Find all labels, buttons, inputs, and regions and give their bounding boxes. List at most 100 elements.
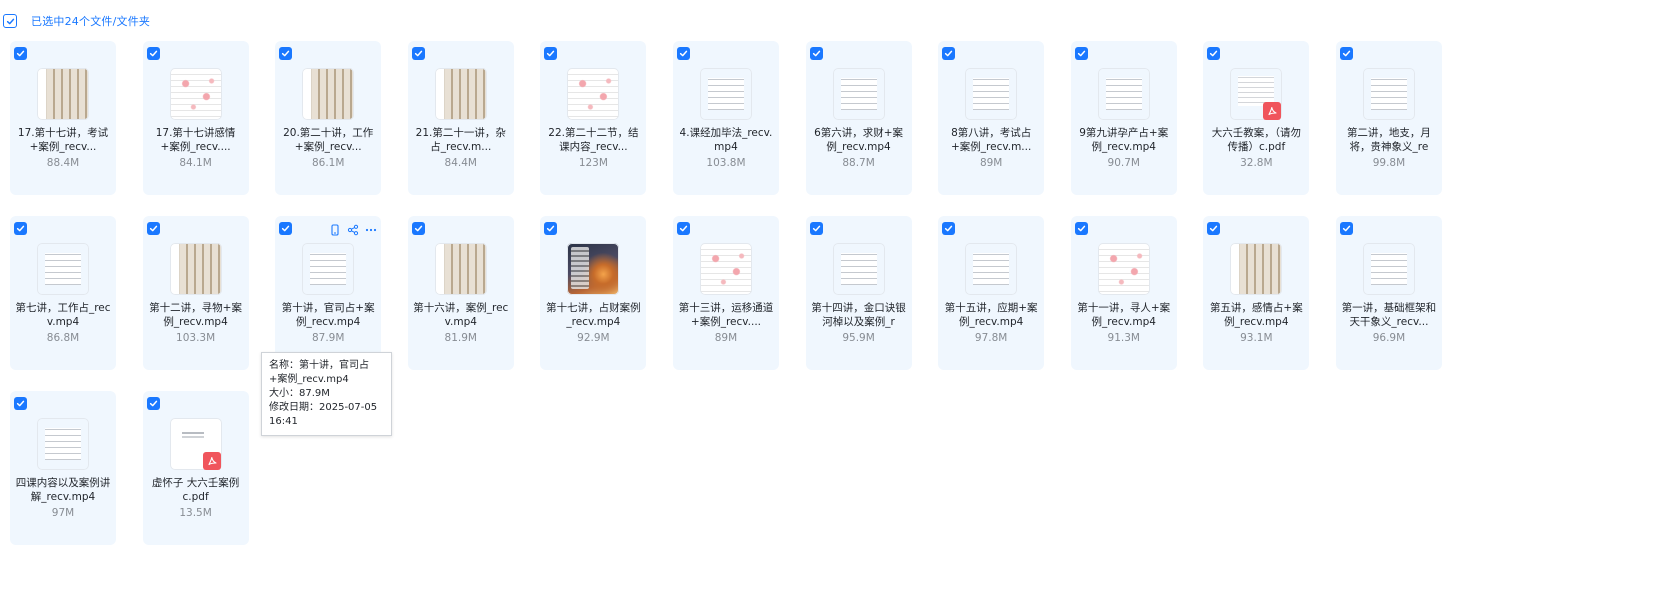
check-icon <box>149 225 157 232</box>
file-tile[interactable]: 第十二讲，寻物+案例_recv.mp4 103.3M <box>142 216 249 370</box>
file-checkbox[interactable] <box>1074 47 1088 60</box>
file-tile[interactable]: 17.第十七讲感情+案例_recv.... 84.1M <box>142 41 249 195</box>
file-checkbox[interactable] <box>14 47 27 60</box>
file-name: 第五讲，感情占+案例_recv.mp4 <box>1209 302 1303 328</box>
file-size: 99.8M <box>1372 157 1406 169</box>
file-tile[interactable]: 6第六讲，求财+案例_recv.mp4 88.7M <box>805 41 912 195</box>
file-size: 88.4M <box>46 157 80 169</box>
tooltip-date: 修改日期：2025-07-05 16:41 <box>269 402 378 427</box>
file-tile[interactable]: 虚怀子 大六壬案例c.pdf 13.5M <box>142 391 249 545</box>
file-tile[interactable]: 第十七讲，占财案例_recv.mp4 92.9M <box>540 216 647 370</box>
pdf-icon <box>202 452 221 470</box>
check-icon <box>16 50 25 57</box>
file-checkbox[interactable] <box>676 47 690 60</box>
file-tile[interactable]: 第十五讲，应期+案例_recv.mp4 97.8M <box>938 216 1045 370</box>
file-checkbox[interactable] <box>1207 222 1221 235</box>
file-tile[interactable]: 第一讲，基础框架和天干象义_recv... 96.9M <box>1335 216 1442 370</box>
phone-icon[interactable] <box>329 224 341 236</box>
file-tile[interactable]: 第五讲，感情占+案例_recv.mp4 93.1M <box>1203 216 1310 370</box>
file-tile[interactable]: 20.第二十讲，工作+案例_recv... 86.1M <box>275 41 382 195</box>
file-size: 84.4M <box>444 157 477 169</box>
file-tile[interactable]: 第二讲，地支，月将，贵神象义_re 99.8M <box>1335 41 1442 195</box>
file-checkbox[interactable] <box>1207 47 1221 60</box>
file-checkbox[interactable] <box>942 222 956 235</box>
file-thumbnail <box>833 243 885 295</box>
file-thumbnail <box>1363 243 1415 295</box>
file-tile[interactable]: 9第九讲孕产占+案例_recv.mp4 90.7M <box>1070 41 1177 195</box>
file-info-tooltip: 名称：第十讲，官司占+案例_recv.mp4 大小：87.9M 修改日期：202… <box>261 352 392 436</box>
file-tile[interactable]: 第十讲，官司占+案例_recv.mp4 87.9M <box>275 216 382 370</box>
file-checkbox[interactable] <box>146 397 160 410</box>
file-checkbox[interactable] <box>809 47 823 60</box>
check-icon <box>414 50 422 57</box>
file-checkbox[interactable] <box>14 222 27 235</box>
file-name: 8第八讲，考试占+案例_recv.m... <box>950 127 1032 153</box>
file-size: 84.1M <box>179 157 212 169</box>
file-name: 第七讲，工作占_recv.mp4 <box>15 302 111 328</box>
file-size: 97M <box>51 507 75 519</box>
file-checkbox[interactable] <box>146 47 160 60</box>
selection-count-text: 已选中24个文件/文件夹 <box>31 15 151 28</box>
file-tile[interactable]: 4.课经加毕法_recv.mp4 103.8M <box>672 41 779 195</box>
file-name: 20.第二十讲，工作+案例_recv... <box>283 127 374 153</box>
file-tile[interactable]: 8第八讲，考试占+案例_recv.m... 89M <box>938 41 1045 195</box>
check-icon <box>812 225 820 232</box>
tooltip-name: 名称：第十讲，官司占+案例_recv.mp4 <box>269 360 369 385</box>
file-checkbox[interactable] <box>942 47 956 60</box>
file-size: 103.3M <box>176 332 216 344</box>
file-checkbox[interactable] <box>146 222 160 235</box>
file-thumbnail <box>700 68 752 120</box>
check-icon <box>282 225 290 232</box>
select-all-checkbox[interactable] <box>3 14 17 28</box>
check-icon <box>945 225 953 232</box>
file-checkbox[interactable] <box>1339 47 1353 60</box>
check-icon <box>1077 225 1085 232</box>
file-tile[interactable]: 17.第十七讲，考试+案例_recv... 88.4M <box>10 41 116 195</box>
file-name: 第二讲，地支，月将，贵神象义_re <box>1346 127 1431 153</box>
file-size: 92.9M <box>577 332 610 344</box>
file-checkbox[interactable] <box>676 222 690 235</box>
file-size: 123M <box>578 157 608 169</box>
check-icon <box>945 50 953 57</box>
more-icon[interactable] <box>365 224 377 236</box>
file-tile[interactable]: 21.第二十一讲，杂占_recv.m... 84.4M <box>407 41 514 195</box>
file-tile[interactable]: 四课内容以及案例讲解_recv.mp4 97M <box>10 391 116 545</box>
file-thumbnail <box>1363 68 1415 120</box>
file-checkbox[interactable] <box>411 222 425 235</box>
file-checkbox[interactable] <box>14 397 27 410</box>
file-size: 93.1M <box>1240 332 1273 344</box>
file-thumbnail <box>699 243 752 295</box>
file-thumbnail <box>434 243 487 295</box>
check-icon <box>16 400 25 407</box>
file-tile[interactable]: 第十六讲，案例_recv.mp4 81.9M <box>407 216 514 370</box>
file-size: 95.9M <box>842 332 875 344</box>
file-checkbox[interactable] <box>411 47 425 60</box>
file-size: 81.9M <box>444 332 477 344</box>
file-tile[interactable]: 大六壬教案，（请勿传播）c.pdf 32.8M <box>1203 41 1310 195</box>
file-tile[interactable]: 第十一讲，寻人+案例_recv.mp4 91.3M <box>1070 216 1177 370</box>
file-tile[interactable]: 第十三讲，运移通道+案例_recv.... 89M <box>672 216 779 370</box>
file-grid: 17.第十七讲，考试+案例_recv... 88.4M 17.第十七讲感情+案例… <box>10 41 1470 545</box>
check-icon <box>6 18 14 24</box>
file-checkbox[interactable] <box>809 222 823 235</box>
file-checkbox[interactable] <box>1074 222 1088 235</box>
file-checkbox[interactable] <box>544 222 558 235</box>
file-name: 17.第十七讲感情+案例_recv.... <box>155 127 236 153</box>
file-name: 虚怀子 大六壬案例c.pdf <box>151 477 240 503</box>
file-size: 32.8M <box>1240 157 1273 169</box>
share-icon[interactable] <box>347 224 359 236</box>
file-name: 大六壬教案，（请勿传播）c.pdf <box>1211 127 1301 153</box>
file-name: 第十二讲，寻物+案例_recv.mp4 <box>149 302 242 328</box>
file-checkbox[interactable] <box>544 47 558 60</box>
file-checkbox[interactable] <box>1339 222 1353 235</box>
file-tile[interactable]: 22.第二十二节，结课内容_recv... 123M <box>540 41 647 195</box>
file-tile[interactable]: 第十四讲，金口诀银河棹以及案例_r 95.9M <box>805 216 912 370</box>
file-thumbnail <box>1098 68 1150 120</box>
file-checkbox[interactable] <box>279 222 293 235</box>
file-size: 13.5M <box>179 507 212 519</box>
file-name: 17.第十七讲，考试+案例_recv... <box>17 127 109 153</box>
file-name: 22.第二十二节，结课内容_recv... <box>548 127 639 153</box>
file-thumbnail <box>965 243 1017 295</box>
file-tile[interactable]: 第七讲，工作占_recv.mp4 86.8M <box>10 216 116 370</box>
file-checkbox[interactable] <box>279 47 293 60</box>
